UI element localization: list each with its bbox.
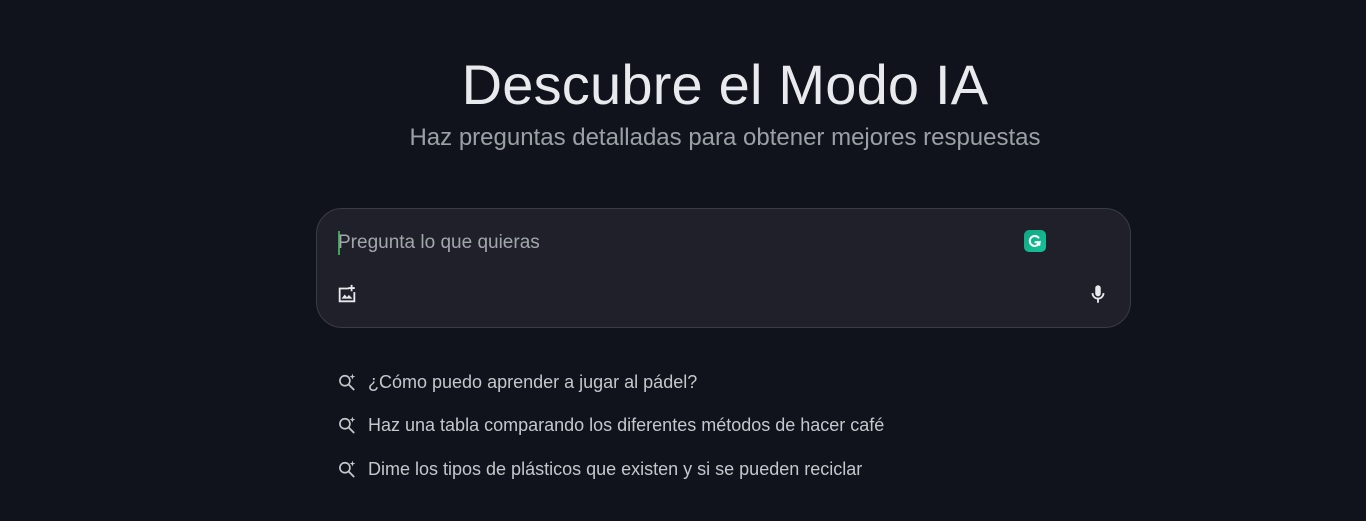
- add-image-button[interactable]: [333, 282, 361, 310]
- page-title: Descubre el Modo IA: [461, 53, 989, 116]
- grammarly-icon[interactable]: [1024, 230, 1046, 252]
- search-sparkle-icon: [336, 371, 358, 393]
- search-box[interactable]: [316, 208, 1131, 328]
- suggestion-item[interactable]: Dime los tipos de plásticos que existen …: [336, 447, 1036, 491]
- page-subtitle: Haz preguntas detalladas para obtener me…: [409, 124, 1041, 151]
- suggestion-item[interactable]: ¿Cómo puedo aprender a jugar al pádel?: [336, 360, 1036, 404]
- suggestion-item[interactable]: Haz una tabla comparando los diferentes …: [336, 404, 1036, 448]
- ai-mode-page: Descubre el Modo IA Haz preguntas detall…: [0, 0, 1366, 521]
- suggestion-list: ¿Cómo puedo aprender a jugar al pádel? H…: [336, 360, 1036, 491]
- suggestion-text: Haz una tabla comparando los diferentes …: [368, 415, 885, 436]
- search-sparkle-icon: [336, 458, 358, 480]
- voice-search-button[interactable]: [1084, 282, 1112, 310]
- microphone-icon: [1087, 283, 1109, 310]
- search-input[interactable]: [338, 229, 988, 257]
- add-image-icon: [336, 283, 358, 310]
- search-sparkle-icon: [336, 414, 358, 436]
- suggestion-text: Dime los tipos de plásticos que existen …: [368, 458, 863, 479]
- suggestion-text: ¿Cómo puedo aprender a jugar al pádel?: [368, 371, 698, 392]
